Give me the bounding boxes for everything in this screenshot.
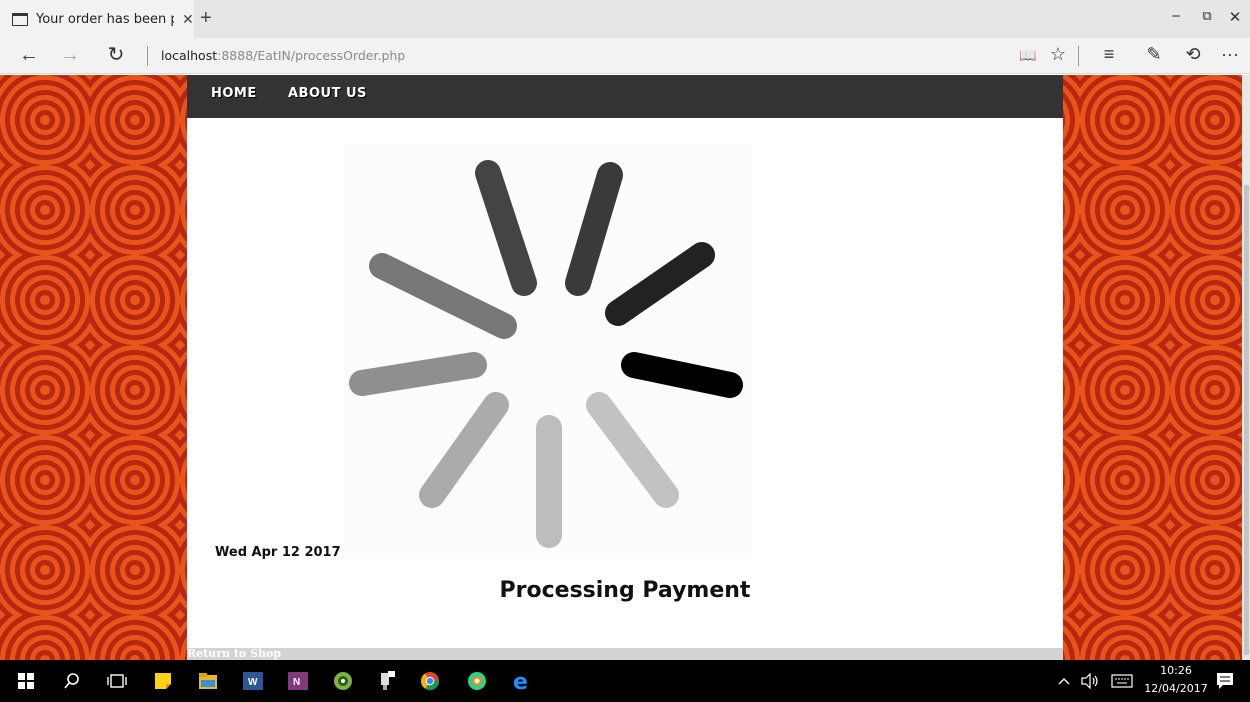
minimize-button[interactable]: − (1165, 8, 1187, 25)
spinner-spoke (586, 392, 679, 508)
processing-payment-heading: Processing Payment (499, 578, 751, 603)
spinner-spoke (475, 160, 537, 296)
svg-text:N: N (293, 677, 300, 688)
page-content: HOME ABOUT US Wed Apr 12 2017 Processing… (187, 75, 1063, 660)
windows-start-icon[interactable] (14, 669, 38, 693)
action-center-icon[interactable] (1213, 669, 1237, 693)
browser-tab-strip: Your order has been pro ✕ + − ⧉ ✕ (0, 0, 1250, 38)
onenote-icon[interactable]: N (286, 669, 310, 693)
nav-home-link[interactable]: HOME (211, 86, 257, 101)
back-button[interactable]: ← (17, 44, 41, 66)
refresh-button[interactable]: ↻ (104, 44, 128, 66)
favorite-star-icon[interactable]: ☆ (1046, 44, 1070, 65)
spinner-spoke (369, 253, 517, 339)
toolbar-divider (1078, 46, 1079, 66)
spinner-spoke (349, 352, 487, 396)
scrollbar-thumb[interactable] (1244, 185, 1249, 655)
windows-taskbar: W N e 10:26 12/04/2017 (0, 660, 1250, 702)
address-divider (147, 46, 148, 66)
browser-toolbar: ← → ↻ localhost:8888/EatIN/processOrder.… (0, 38, 1250, 74)
svg-text:e: e (513, 670, 528, 692)
word-icon[interactable]: W (241, 669, 265, 693)
reading-view-icon[interactable]: 📖 (1016, 47, 1040, 64)
volume-icon[interactable] (1078, 669, 1102, 693)
browser-tab[interactable]: Your order has been pro ✕ (0, 0, 194, 38)
web-note-icon[interactable]: ✎ (1142, 44, 1166, 65)
search-icon[interactable] (60, 669, 84, 693)
pycharm-icon[interactable] (465, 669, 489, 693)
nav-about-link[interactable]: ABOUT US (288, 86, 367, 101)
share-icon[interactable]: ⟲ (1181, 44, 1205, 65)
restore-button[interactable]: ⧉ (1196, 8, 1218, 24)
file-explorer-icon[interactable] (196, 669, 220, 693)
forward-button[interactable]: → (58, 44, 82, 66)
spinner-spoke (621, 352, 743, 398)
address-bar[interactable]: localhost:8888/EatIN/processOrder.php (161, 48, 405, 63)
show-hidden-icons-chevron-icon[interactable] (1052, 669, 1076, 693)
hub-icon[interactable]: ≡ (1097, 44, 1121, 65)
tab-title: Your order has been pro (36, 11, 174, 27)
spinner-spoke (605, 242, 715, 326)
page-icon (12, 12, 28, 26)
chrome-icon[interactable] (418, 669, 442, 693)
spinner-graphic (349, 160, 743, 548)
page-footer: Return to Shop (187, 648, 1063, 660)
current-date: Wed Apr 12 2017 (215, 545, 341, 560)
sticky-notes-icon[interactable] (151, 669, 175, 693)
site-navigation: HOME ABOUT US (187, 75, 1063, 118)
edge-icon[interactable]: e (510, 669, 534, 693)
spinner-spoke (565, 162, 623, 296)
tab-close-icon[interactable]: ✕ (182, 11, 194, 28)
task-view-icon[interactable] (105, 669, 129, 693)
svg-text:W: W (248, 677, 258, 688)
new-tab-button[interactable]: + (200, 7, 212, 29)
return-to-shop-link[interactable]: Return to Shop (187, 648, 281, 660)
address-host: localhost (161, 48, 218, 63)
more-icon[interactable]: ··· (1218, 44, 1242, 65)
page-viewport: HOME ABOUT US Wed Apr 12 2017 Processing… (0, 75, 1242, 660)
close-button[interactable]: ✕ (1224, 8, 1246, 26)
clock-time[interactable]: 10:26 (1156, 664, 1196, 677)
clock-date[interactable]: 12/04/2017 (1144, 682, 1208, 695)
keyboard-icon[interactable] (1110, 669, 1134, 693)
loading-spinner-image (344, 143, 752, 558)
address-path: :8888/EatIN/processOrder.php (217, 48, 406, 63)
spinner-spoke (419, 392, 509, 508)
android-studio-icon[interactable] (331, 669, 355, 693)
device-manager-icon[interactable] (375, 669, 399, 693)
